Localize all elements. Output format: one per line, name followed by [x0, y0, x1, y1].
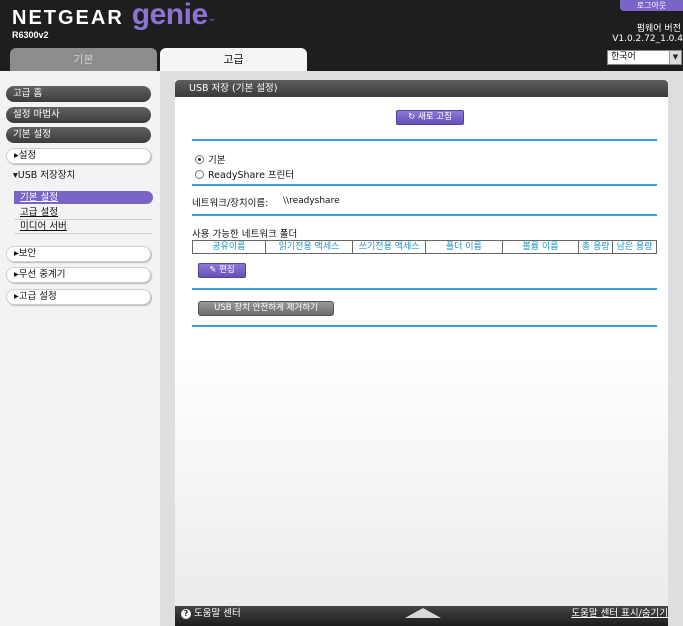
edit-button[interactable]: ✎ 편집	[198, 263, 246, 278]
language-select[interactable]: 한국어 ▼	[607, 50, 682, 65]
sidebar-item-usb-storage[interactable]: ▾USB 저장장치	[6, 168, 151, 184]
panel-body: ↻ 새로 고침 기본 ReadyShare 프린터 네트워크/장치이름: \\r…	[175, 97, 668, 606]
folders-table-header: 공유이름 읽기전용 액세스 쓰기전용 액세스 폴더 이름 볼륨 이름 총 용량 …	[192, 240, 657, 254]
network-device-name-value: \\readyshare	[283, 196, 340, 206]
logout-button[interactable]: 로그아웃	[620, 0, 683, 11]
section-divider	[192, 139, 657, 141]
mode-option-label: ReadyShare 프린터	[208, 170, 295, 181]
refresh-icon: ↻	[408, 112, 416, 122]
sidebar-item-setup-wizard[interactable]: 설정 마법사	[6, 107, 151, 123]
refresh-button[interactable]: ↻ 새로 고침	[396, 110, 464, 125]
mode-option-label: 기본	[208, 155, 226, 166]
section-divider	[192, 325, 657, 327]
sidebar: 고급 홈 설정 마법사 기본 설정 ▸설정 ▾USB 저장장치 기본 설정 고급…	[0, 71, 160, 626]
safely-remove-usb-button[interactable]: USB 장치 안전하게 제거하기	[198, 301, 334, 316]
question-icon: ?	[181, 609, 191, 619]
column-header-total-space: 총 용량	[579, 241, 614, 253]
netgear-genie-logo: NETGEAR genie ™	[12, 0, 216, 32]
sidebar-subitem-usb-basic[interactable]: 기본 설정	[14, 191, 153, 204]
column-header-share-name: 공유이름	[193, 241, 266, 253]
network-device-name-label: 네트워크/장치이름:	[192, 198, 269, 209]
column-header-write-access: 쓰기전용 액세스	[353, 241, 426, 253]
trademark-mark: ™	[208, 18, 216, 26]
edit-button-label: 편집	[219, 265, 235, 275]
content-panel: USB 저장 (기본 설정) ↻ 새로 고침 기본 ReadyShare 프린터…	[175, 80, 668, 626]
router-model: R6300v2	[12, 30, 49, 40]
section-divider	[192, 214, 657, 216]
help-center-label: 도움말 센터	[194, 608, 241, 619]
firmware-version-value: V1.0.2.72_1.0.4	[612, 34, 683, 44]
tab-basic[interactable]: 기본	[10, 48, 157, 71]
brand-name: NETGEAR	[12, 7, 124, 29]
mode-option-readyshare-printer[interactable]: ReadyShare 프린터	[195, 167, 294, 181]
column-header-read-access: 읽기전용 액세스	[266, 241, 354, 253]
sidebar-divider	[14, 219, 152, 220]
product-name: genie	[131, 0, 208, 31]
mode-option-basic[interactable]: 기본	[195, 152, 225, 166]
chevron-down-icon[interactable]: ▼	[669, 51, 681, 64]
panel-title: USB 저장 (기본 설정)	[175, 80, 668, 97]
sidebar-subitem-usb-advanced[interactable]: 고급 설정	[20, 207, 58, 219]
available-folders-title: 사용 가능한 네트워크 폴더	[192, 229, 298, 240]
section-divider	[192, 288, 657, 290]
firmware-version-label: 펌웨어 버전	[636, 24, 681, 34]
column-header-volume-name: 볼륨 이름	[503, 241, 580, 253]
radio-button[interactable]	[195, 169, 204, 179]
sidebar-item-wireless-repeater[interactable]: ▸무선 중계기	[6, 267, 151, 283]
expand-arrow-icon[interactable]	[405, 608, 441, 618]
column-header-folder-name: 폴더 이름	[426, 241, 503, 253]
sidebar-item-security[interactable]: ▸보안	[6, 246, 151, 262]
pencil-icon: ✎	[209, 265, 217, 275]
refresh-button-label: 새로 고침	[417, 112, 452, 122]
sidebar-item-advanced-setup[interactable]: ▸고급 설정	[6, 289, 151, 305]
column-header-free-space: 남은 용량	[616, 242, 653, 252]
radio-button-selected[interactable]	[195, 154, 204, 164]
sidebar-item-advanced-home[interactable]: 고급 홈	[6, 86, 151, 102]
sidebar-item-setup[interactable]: ▸설정	[6, 148, 151, 164]
sidebar-subitem-media-server[interactable]: 미디어 서버	[20, 221, 67, 233]
sidebar-item-basic-setup[interactable]: 기본 설정	[6, 127, 151, 143]
section-divider	[192, 184, 657, 186]
tab-advanced[interactable]: 고급	[160, 48, 307, 71]
language-selected-value: 한국어	[611, 52, 636, 62]
top-header: NETGEAR genie ™ R6300v2 로그아웃 펌웨어 버전 V1.0…	[0, 0, 683, 71]
help-center-toggle-link[interactable]: 도움말 센터 표시/숨기기	[571, 606, 668, 622]
help-center-bar: ? 도움말 센터 도움말 센터 표시/숨기기	[175, 606, 668, 626]
sidebar-divider	[14, 233, 152, 234]
